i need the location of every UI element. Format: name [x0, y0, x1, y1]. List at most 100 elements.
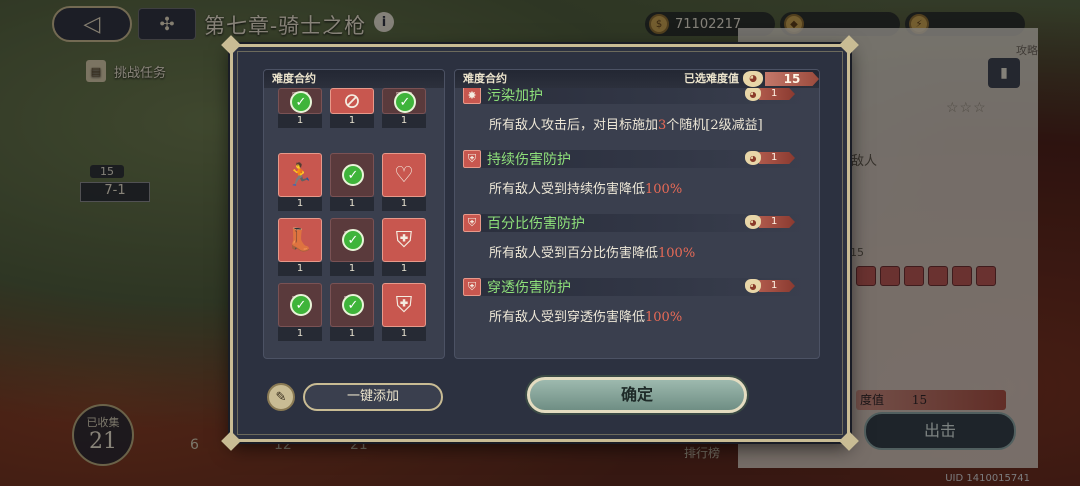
contract-card-count: 1	[278, 262, 322, 276]
contract-card-grid: ⛨✓1⊘1⛨✓1🏃1✸✓1♡1👢1⛨✓1⛨1⛨✓1⛨✓1⛨1	[278, 88, 434, 341]
effect-icon: ⛨	[463, 278, 481, 296]
effect-difficulty-tag: ◕ 1	[745, 215, 795, 229]
contract-card-count: 1	[382, 114, 426, 128]
effect-list: ✸ 污染加护 ◕ 1 所有敌人攻击后，对目标施加3个随机[2级减益] ⛨ 持续伤害防护 ◕ 1 所…	[463, 86, 807, 336]
contract-card[interactable]: ⛨✓1	[278, 88, 322, 146]
contract-card-image: ⛨✓	[382, 88, 426, 114]
contract-card-count: 1	[382, 327, 426, 341]
contract-icon: ⛨	[395, 292, 413, 318]
selected-difficulty-value: 15	[765, 72, 819, 86]
check-icon: ✓	[342, 164, 364, 186]
effect-name: 穿透伤害防护	[487, 280, 571, 296]
effect-desc-highlight: 100%	[645, 182, 683, 197]
contract-card[interactable]: ⊘ 1	[330, 88, 374, 146]
contract-card-count: 1	[330, 262, 374, 276]
effect-desc-text: 所有敌人攻击后，对目标施加	[489, 118, 659, 133]
effects-panel-title: 难度合约 已选难度值 ◕ 15	[455, 70, 819, 88]
mask-icon: ◕	[743, 71, 763, 87]
effect-icon: ✸	[463, 86, 481, 104]
effect-difficulty-value: 1	[759, 216, 795, 228]
contract-card-image: ⛨✓	[278, 88, 322, 114]
contract-icon: ⊘	[342, 88, 362, 114]
effect-header: ⛨ 百分比伤害防护 ◕ 1	[463, 214, 807, 232]
contract-card-count: 1	[382, 262, 426, 276]
contract-card-image: 🏃	[278, 153, 322, 197]
effect-desc-text: 个随机[2级减益]	[666, 118, 763, 133]
mask-icon: ◕	[745, 87, 761, 101]
effect-name: 百分比伤害防护	[487, 216, 585, 232]
contract-card-image: ⛨✓	[278, 283, 322, 327]
effect-difficulty-tag: ◕ 1	[745, 279, 795, 293]
effect-item: ⛨ 持续伤害防护 ◕ 1 所有敌人受到持续伤害降低100%	[463, 144, 807, 208]
effect-icon: ⛨	[463, 150, 481, 168]
effect-header: ✸ 污染加护 ◕ 1	[463, 86, 807, 104]
contract-card[interactable]: ⛨ 1	[382, 218, 426, 276]
difficulty-contract-dialog: 难度合约 ⛨✓1⊘1⛨✓1🏃1✸✓1♡1👢1⛨✓1⛨1⛨✓1⛨✓1⛨1 难度合约…	[221, 35, 859, 451]
effect-desc-text: 所有敌人受到穿透伤害降低	[489, 310, 646, 325]
contract-icon: 👢	[286, 227, 314, 253]
effect-description: 所有敌人受到穿透伤害降低100%	[489, 306, 682, 325]
contract-card-count: 1	[330, 114, 374, 128]
effect-item: ⛨ 百分比伤害防护 ◕ 1 所有敌人受到百分比伤害降低100%	[463, 208, 807, 272]
effect-description: 所有敌人受到百分比伤害降低100%	[489, 242, 695, 261]
effect-difficulty-tag: ◕ 1	[745, 87, 795, 101]
contract-card[interactable]: ♡ 1	[382, 153, 426, 211]
contract-card[interactable]: 👢 1	[278, 218, 322, 276]
contract-card-image: ♡	[382, 153, 426, 197]
mask-icon: ◕	[745, 279, 761, 293]
contract-card-image: ⛨✓	[330, 283, 374, 327]
effect-desc-text: 所有敌人受到持续伤害降低	[489, 182, 646, 197]
effect-desc-text: 所有敌人受到百分比伤害降低	[489, 246, 659, 261]
contract-card-count: 1	[330, 197, 374, 211]
effect-difficulty-tag: ◕ 1	[745, 151, 795, 165]
effect-icon: ⛨	[463, 214, 481, 232]
contract-card-image: ⛨✓	[330, 218, 374, 262]
effect-difficulty-value: 1	[759, 152, 795, 164]
contract-effects-panel[interactable]: 难度合约 已选难度值 ◕ 15 ✸ 污染加护 ◕ 1 所有敌人攻击后，对目标施加3个随机…	[454, 69, 820, 359]
effect-difficulty-value: 1	[759, 88, 795, 100]
contract-card-count: 1	[278, 197, 322, 211]
contract-card-count: 1	[330, 327, 374, 341]
effect-header: ⛨ 穿透伤害防护 ◕ 1	[463, 278, 807, 296]
contract-card-image: 👢	[278, 218, 322, 262]
effect-difficulty-value: 1	[759, 280, 795, 292]
contract-card-image: ⊘	[330, 88, 374, 114]
effect-name: 污染加护	[487, 88, 543, 104]
effect-item: ⛨ 穿透伤害防护 ◕ 1 所有敌人受到穿透伤害降低100%	[463, 272, 807, 336]
contract-card-image: ⛨	[382, 218, 426, 262]
effect-desc-highlight: 100%	[645, 310, 683, 325]
contract-card[interactable]: ✸✓1	[330, 153, 374, 211]
mask-icon: ◕	[745, 151, 761, 165]
effect-description: 所有敌人攻击后，对目标施加3个随机[2级减益]	[489, 114, 763, 133]
contract-icon: 🏃	[286, 162, 314, 188]
mask-icon: ◕	[745, 215, 761, 229]
effect-name: 持续伤害防护	[487, 152, 571, 168]
contract-card[interactable]: ⛨✓1	[382, 88, 426, 146]
contract-card-image: ⛨	[382, 283, 426, 327]
auto-add-button[interactable]: 一键添加	[303, 383, 443, 411]
effect-description: 所有敌人受到持续伤害降低100%	[489, 178, 682, 197]
auto-add-icon[interactable]: ✎	[267, 383, 295, 411]
effect-desc-highlight: 100%	[658, 246, 696, 261]
contract-card-count: 1	[382, 197, 426, 211]
contract-card-count: 1	[278, 327, 322, 341]
check-icon: ✓	[342, 229, 364, 251]
check-icon: ✓	[290, 91, 312, 113]
check-icon: ✓	[290, 294, 312, 316]
selected-difficulty-label: 已选难度值	[684, 72, 739, 85]
effect-item: ✸ 污染加护 ◕ 1 所有敌人攻击后，对目标施加3个随机[2级减益]	[463, 86, 807, 144]
selected-difficulty: 已选难度值 ◕ 15	[684, 70, 819, 88]
contract-card[interactable]: ⛨✓1	[330, 283, 374, 341]
contract-card[interactable]: ⛨✓1	[278, 283, 322, 341]
effect-header: ⛨ 持续伤害防护 ◕ 1	[463, 150, 807, 168]
effects-panel-title-text: 难度合约	[463, 72, 507, 85]
check-icon: ✓	[394, 91, 416, 113]
contract-icon: ⛨	[395, 227, 413, 253]
contract-card-image: ✸✓	[330, 153, 374, 197]
check-icon: ✓	[342, 294, 364, 316]
contract-card[interactable]: ⛨ 1	[382, 283, 426, 341]
contract-selection-panel[interactable]: 难度合约 ⛨✓1⊘1⛨✓1🏃1✸✓1♡1👢1⛨✓1⛨1⛨✓1⛨✓1⛨1	[263, 69, 445, 359]
contract-card[interactable]: ⛨✓1	[330, 218, 374, 276]
confirm-button[interactable]: 确定	[527, 377, 747, 413]
contract-card[interactable]: 🏃 1	[278, 153, 322, 211]
